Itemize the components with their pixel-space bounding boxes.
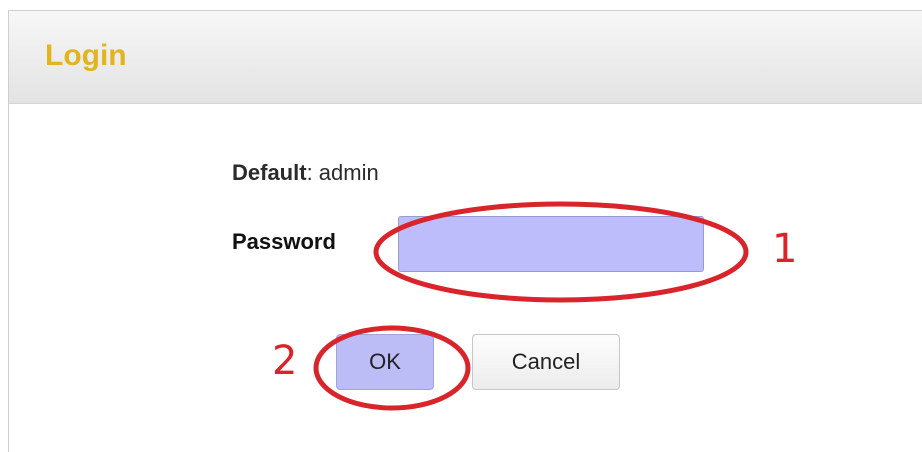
default-label: Default: [232, 160, 307, 185]
password-label: Password: [232, 229, 336, 254]
dialog-title: Login: [45, 39, 127, 72]
password-input[interactable]: [398, 216, 704, 272]
default-value: : admin: [306, 160, 379, 185]
cancel-button[interactable]: Cancel: [472, 334, 620, 390]
dialog-header: Login: [9, 11, 922, 104]
step-1-marker: 1: [772, 226, 798, 272]
step-2-marker: 2: [272, 338, 298, 384]
default-hint: Default: admin: [232, 160, 379, 186]
ok-button[interactable]: OK: [336, 334, 434, 390]
